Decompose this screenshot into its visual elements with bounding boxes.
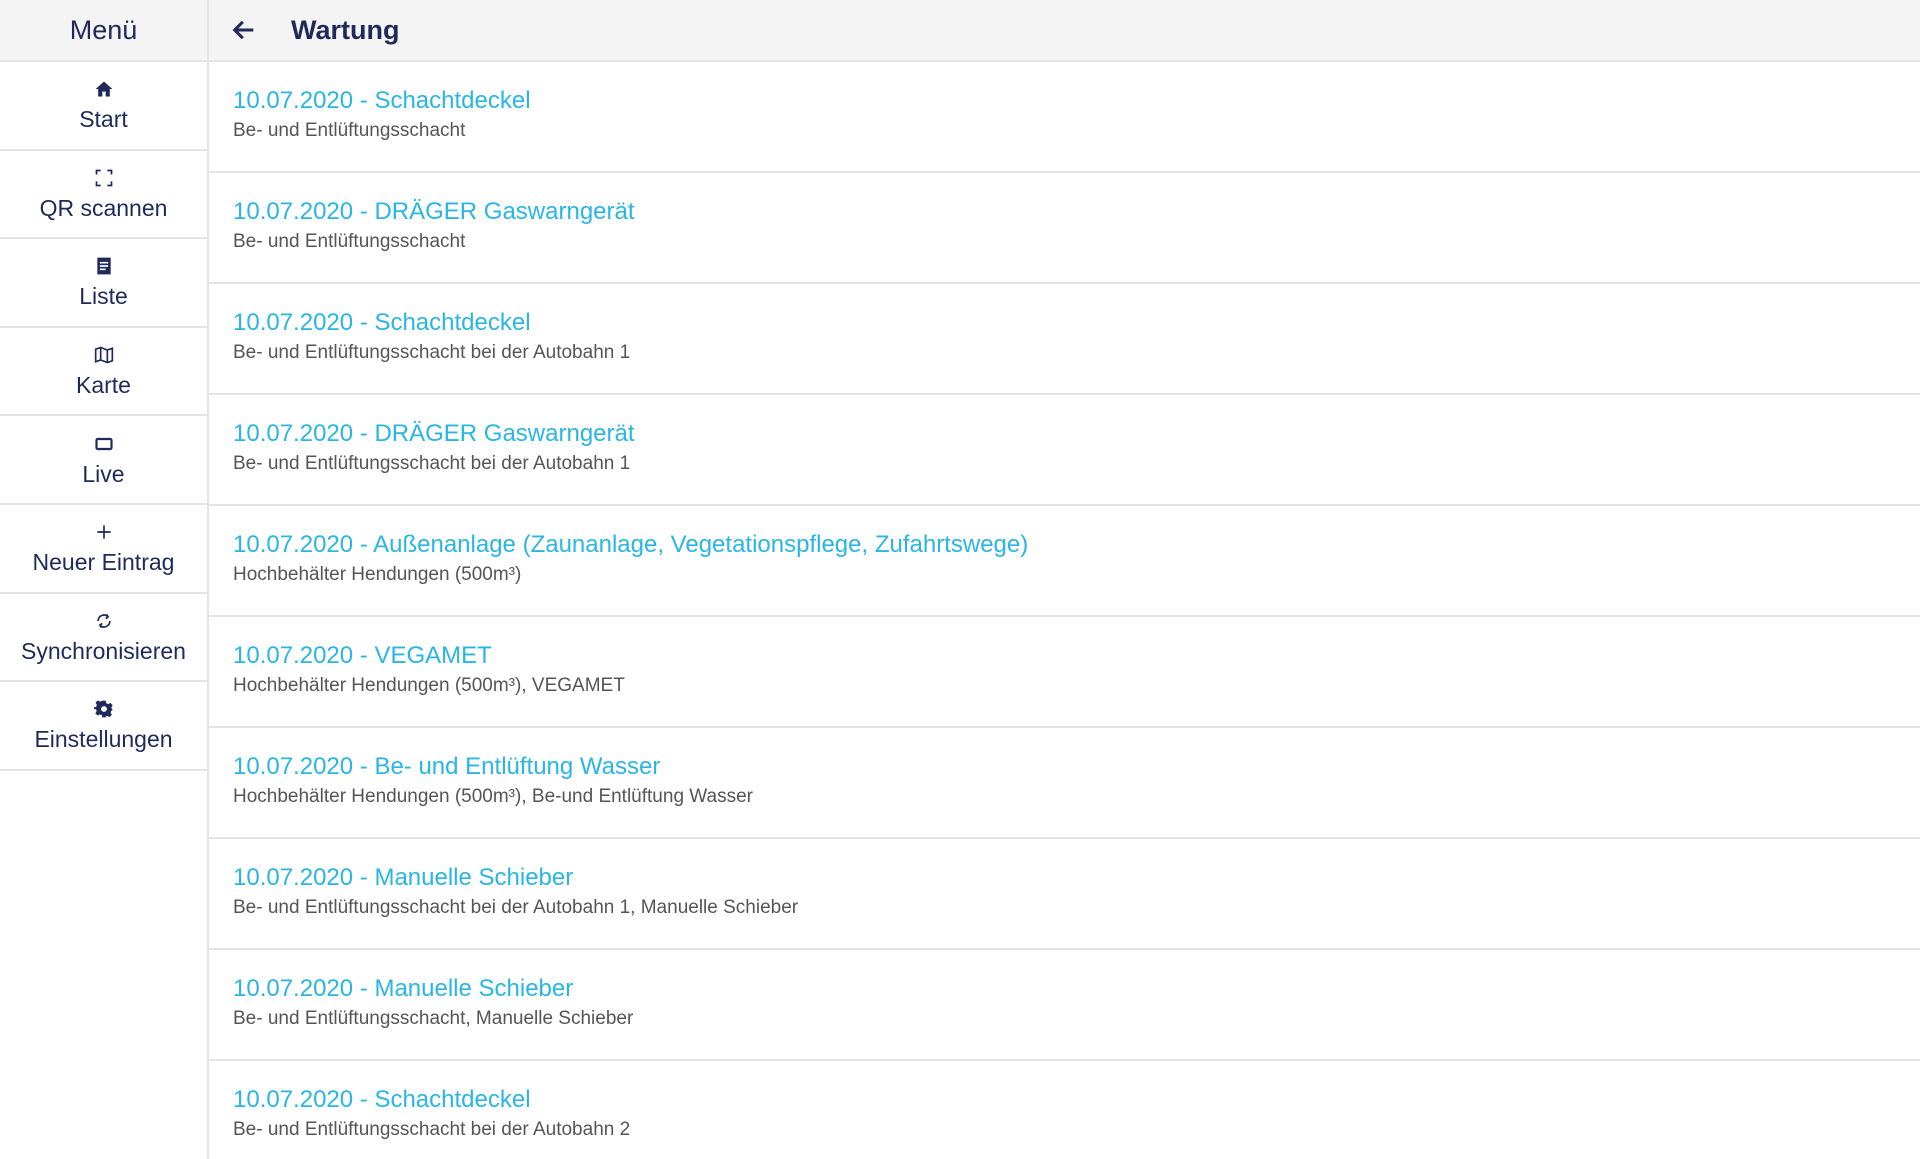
sidebar-item-label: QR scannen <box>39 194 168 221</box>
list-item-title: 10.07.2020 - Manuelle Schieber <box>233 864 574 891</box>
page-title: Wartung <box>291 14 400 45</box>
qr-scan-icon <box>93 167 115 189</box>
list-item-subtitle: Be- und Entlüftungsschacht, Manuelle Sch… <box>233 1008 634 1029</box>
app: Menü Start QR scannen Liste Karte Live N… <box>0 0 1920 1159</box>
list-item-subtitle: Be- und Entlüftungsschacht <box>233 120 466 141</box>
list-item[interactable]: 10.07.2020 - DRÄGER Gaswarngerät Be- und… <box>209 395 1920 506</box>
back-button[interactable] <box>227 13 261 47</box>
top-bar: Wartung <box>209 0 1920 62</box>
list-item[interactable]: 10.07.2020 - Manuelle Schieber Be- und E… <box>209 950 1920 1061</box>
list-item[interactable]: 10.07.2020 - Manuelle Schieber Be- und E… <box>209 839 1920 950</box>
map-icon <box>93 344 115 366</box>
list-item-title: 10.07.2020 - Schachtdeckel <box>233 87 531 114</box>
list-item[interactable]: 10.07.2020 - Schachtdeckel Be- und Entlü… <box>209 1061 1920 1159</box>
sidebar: Menü Start QR scannen Liste Karte Live N… <box>0 0 209 1159</box>
sidebar-item-einstellungen[interactable]: Einstellungen <box>0 682 207 771</box>
list-item[interactable]: 10.07.2020 - Schachtdeckel Be- und Entlü… <box>209 62 1920 173</box>
sidebar-item-label: Synchronisieren <box>21 637 186 664</box>
list-item-title: 10.07.2020 - Be- und Entlüftung Wasser <box>233 753 661 780</box>
list-item-title: 10.07.2020 - Manuelle Schieber <box>233 975 574 1002</box>
sidebar-item-neuer-eintrag[interactable]: Neuer Eintrag <box>0 505 207 594</box>
list-item-title: 10.07.2020 - Schachtdeckel <box>233 1086 531 1113</box>
sidebar-item-synchronisieren[interactable]: Synchronisieren <box>0 594 207 683</box>
home-icon <box>93 78 115 100</box>
maintenance-list: 10.07.2020 - Schachtdeckel Be- und Entlü… <box>209 62 1920 1159</box>
list-icon <box>93 255 115 277</box>
main-content: Wartung 10.07.2020 - Schachtdeckel Be- u… <box>209 0 1920 1159</box>
list-item-subtitle: Be- und Entlüftungsschacht bei der Autob… <box>233 342 631 363</box>
list-item-subtitle: Hochbehälter Hendungen (500m³), VEGAMET <box>233 675 625 696</box>
list-item-title: 10.07.2020 - Schachtdeckel <box>233 309 531 336</box>
gear-icon <box>93 698 115 720</box>
plus-icon <box>93 521 115 543</box>
sidebar-item-label: Liste <box>79 283 128 310</box>
sidebar-item-start[interactable]: Start <box>0 62 207 151</box>
list-item-subtitle: Hochbehälter Hendungen (500m³), Be-und E… <box>233 786 753 807</box>
sidebar-item-label: Neuer Eintrag <box>32 549 175 576</box>
sidebar-item-label: Karte <box>76 372 131 399</box>
list-item[interactable]: 10.07.2020 - VEGAMET Hochbehälter Hendun… <box>209 617 1920 728</box>
list-item-subtitle: Be- und Entlüftungsschacht bei der Autob… <box>233 897 799 918</box>
list-item-subtitle: Be- und Entlüftungsschacht bei der Autob… <box>233 1119 631 1140</box>
list-item[interactable]: 10.07.2020 - Be- und Entlüftung Wasser H… <box>209 728 1920 839</box>
sidebar-item-label: Einstellungen <box>34 726 173 753</box>
list-item-title: 10.07.2020 - VEGAMET <box>233 642 492 669</box>
live-icon <box>93 433 115 455</box>
sidebar-item-label: Live <box>82 460 125 487</box>
sidebar-title: Menü <box>0 0 207 62</box>
arrow-left-icon <box>232 20 254 40</box>
list-item-title: 10.07.2020 - Außenanlage (Zaunanlage, Ve… <box>233 531 1029 558</box>
list-item-title: 10.07.2020 - DRÄGER Gaswarngerät <box>233 198 635 225</box>
sidebar-item-live[interactable]: Live <box>0 416 207 505</box>
sidebar-item-label: Start <box>79 106 128 133</box>
sidebar-item-liste[interactable]: Liste <box>0 239 207 328</box>
list-item[interactable]: 10.07.2020 - DRÄGER Gaswarngerät Be- und… <box>209 173 1920 284</box>
sidebar-item-karte[interactable]: Karte <box>0 328 207 417</box>
list-item-title: 10.07.2020 - DRÄGER Gaswarngerät <box>233 420 635 447</box>
list-item[interactable]: 10.07.2020 - Schachtdeckel Be- und Entlü… <box>209 284 1920 395</box>
list-item-subtitle: Hochbehälter Hendungen (500m³) <box>233 564 522 585</box>
sync-icon <box>93 610 115 632</box>
list-item-subtitle: Be- und Entlüftungsschacht <box>233 231 466 252</box>
list-item-subtitle: Be- und Entlüftungsschacht bei der Autob… <box>233 453 631 474</box>
list-item[interactable]: 10.07.2020 - Außenanlage (Zaunanlage, Ve… <box>209 506 1920 617</box>
sidebar-item-qr-scannen[interactable]: QR scannen <box>0 151 207 240</box>
